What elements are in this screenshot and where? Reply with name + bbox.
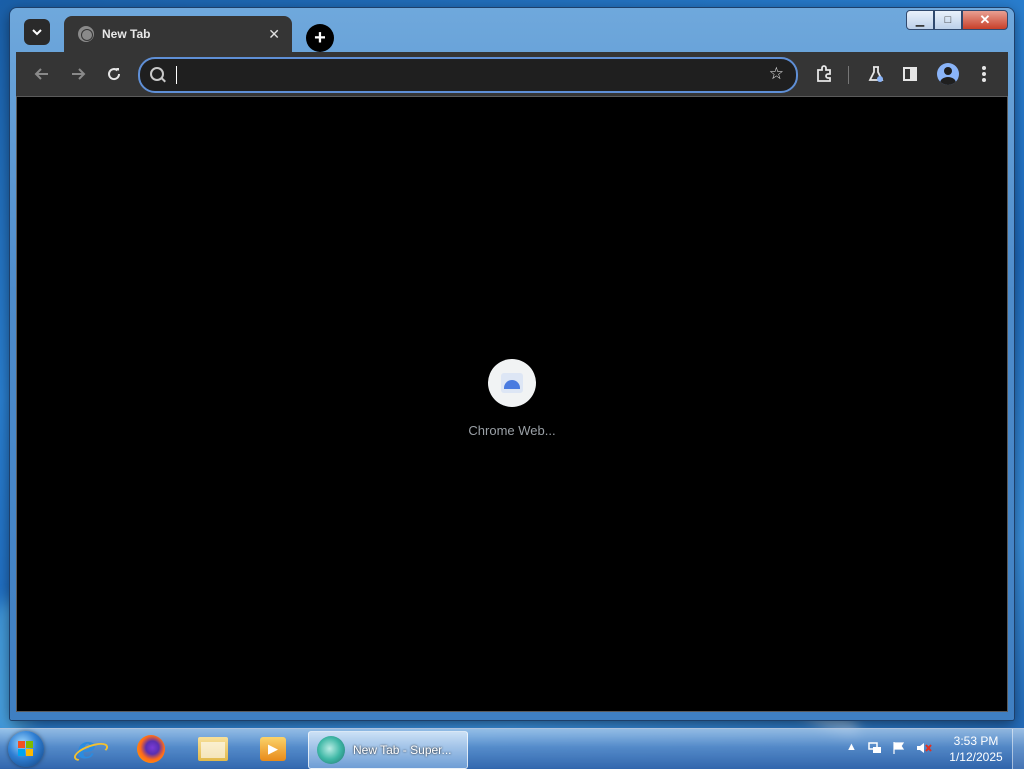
text-caret xyxy=(176,66,177,84)
tab-title: New Tab xyxy=(102,27,151,41)
volume-muted-icon[interactable] xyxy=(916,741,932,758)
show-hidden-icons-icon[interactable]: ▲ xyxy=(846,741,857,753)
address-bar[interactable]: ☆ xyxy=(138,57,798,93)
network-icon[interactable] xyxy=(868,741,882,758)
toolbar-divider xyxy=(848,66,849,84)
taskbar: e ▶ New Tab - Super... ▲ 3:53 PM 1/12/20… xyxy=(0,728,1024,769)
clock-date: 1/12/2025 xyxy=(949,750,1003,764)
labs-icon[interactable] xyxy=(864,62,888,86)
extensions-icon[interactable] xyxy=(812,62,836,86)
reload-icon[interactable] xyxy=(102,62,126,86)
menu-icon[interactable] xyxy=(972,62,996,86)
internet-explorer-icon[interactable]: e xyxy=(71,731,111,766)
file-explorer-icon[interactable] xyxy=(196,732,230,766)
tab-strip: New Tab ✕ + xyxy=(16,14,1008,52)
profile-icon[interactable] xyxy=(937,63,959,85)
forward-icon[interactable] xyxy=(66,62,90,86)
media-player-icon[interactable]: ▶ xyxy=(256,732,290,766)
globe-icon xyxy=(78,26,94,42)
star-icon[interactable]: ☆ xyxy=(769,64,784,84)
search-icon xyxy=(150,67,164,81)
new-tab-button[interactable]: + xyxy=(306,24,334,52)
chrome-window: ▁ □ ✕ New Tab ✕ + ☆ Chrome Web... xyxy=(10,8,1014,720)
start-button[interactable] xyxy=(8,731,44,767)
windows-logo-icon xyxy=(18,741,34,757)
show-desktop-button[interactable] xyxy=(1012,729,1024,769)
browser-app-icon xyxy=(317,736,345,764)
taskbar-item-new-tab[interactable]: New Tab - Super... xyxy=(308,731,468,769)
new-tab-page: Chrome Web... xyxy=(16,96,1008,712)
browser-toolbar: ☆ xyxy=(16,52,1008,96)
shortcut-label: Chrome Web... xyxy=(468,423,556,438)
shortcut-tile[interactable]: Chrome Web... xyxy=(457,359,567,438)
clock[interactable]: 3:53 PM 1/12/2025 xyxy=(940,733,1012,765)
firefox-icon[interactable] xyxy=(134,732,168,766)
taskbar-item-label: New Tab - Super... xyxy=(353,743,452,757)
tab-search-icon[interactable] xyxy=(24,19,50,45)
chrome-web-store-icon xyxy=(488,359,536,407)
tab-new-tab[interactable]: New Tab ✕ xyxy=(64,16,292,52)
clock-time: 3:53 PM xyxy=(953,734,999,748)
action-center-flag-icon[interactable] xyxy=(892,741,906,758)
side-panel-icon[interactable] xyxy=(903,67,917,81)
address-input[interactable] xyxy=(174,63,758,89)
tab-close-icon[interactable]: ✕ xyxy=(268,26,280,43)
back-icon[interactable] xyxy=(30,62,54,86)
